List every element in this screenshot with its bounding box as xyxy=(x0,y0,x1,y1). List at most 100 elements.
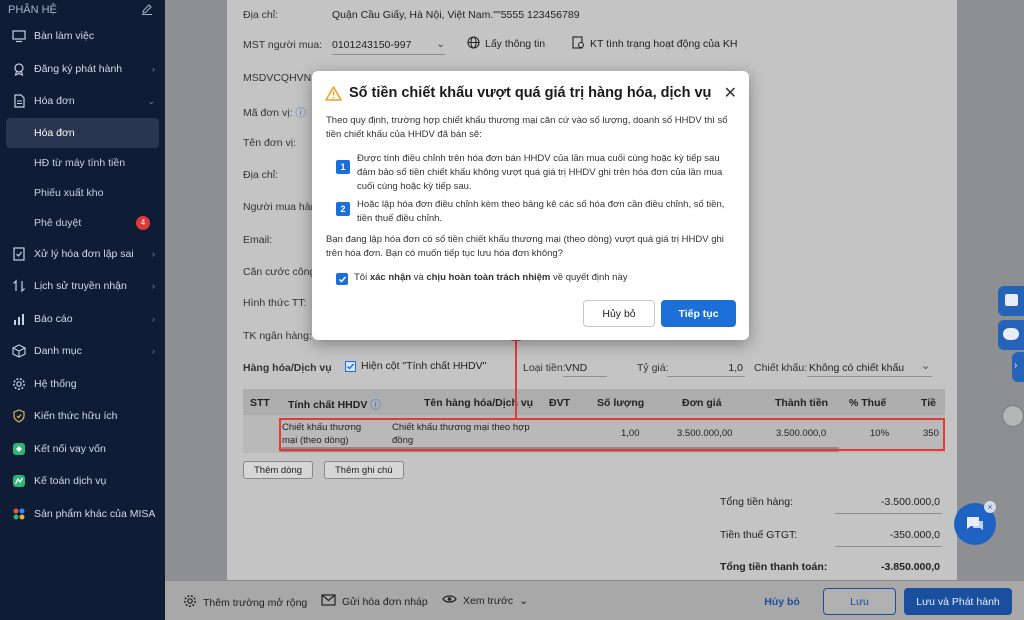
extend-fields-label: Thêm trường mở rộng xyxy=(203,596,308,609)
sidebar-subitem-invoice[interactable]: Hóa đơn xyxy=(6,117,159,148)
currency-underline xyxy=(563,376,607,377)
unit-code-label: Mã đơn vị: ⓘ xyxy=(243,105,306,120)
chevron-right-icon: › xyxy=(1014,360,1018,371)
edit-icon[interactable] xyxy=(141,3,153,18)
chevron-down-icon[interactable]: ⌄ xyxy=(921,359,930,372)
extend-fields-button[interactable]: Thêm trường mở rộng xyxy=(183,594,307,611)
expand-panel-tab[interactable]: › xyxy=(1012,352,1024,382)
dialog-continue-button[interactable]: Tiếp tục xyxy=(661,300,736,327)
total-goods-row: Tổng tiền hàng: -3.500.000,0 xyxy=(720,496,942,508)
vat-row: Tiền thuế GTGT: -350.000,0 xyxy=(720,529,942,541)
cancel-button[interactable]: Hủy bỏ xyxy=(751,588,813,615)
sidebar-subitem-delivery-note[interactable]: Phiếu xuất kho xyxy=(0,178,165,208)
save-button[interactable]: Lưu xyxy=(823,588,896,615)
discount-warning-dialog: Số tiền chiết khấu vượt quá giá trị hàng… xyxy=(312,71,749,340)
sidebar-item-invoice[interactable]: Hóa đơn ⌄ xyxy=(0,85,165,118)
tax-code-input[interactable]: 0101243150-997 ⌄ xyxy=(332,38,445,51)
dialog-item-2: Hoặc lập hóa đơn điều chỉnh kèm theo bản… xyxy=(357,199,725,224)
apps-icon xyxy=(12,507,26,521)
currency-label: Loại tiền: xyxy=(523,362,566,374)
sidebar-item-report[interactable]: Báo cáo › xyxy=(0,303,165,336)
discount-value[interactable]: Không có chiết khấu xyxy=(809,362,904,374)
sidebar-item-label: Báo cáo xyxy=(34,312,73,325)
sidebar-item-label: Kết nối vay vốn xyxy=(34,442,106,455)
goods-section-title: Hàng hóa/Dịch vụ xyxy=(243,362,332,374)
buyer-label: Người mua hàng xyxy=(243,201,323,213)
close-icon[interactable]: × xyxy=(984,501,996,513)
total-goods-underline xyxy=(835,513,942,514)
sidebar-item-label: Đăng ký phát hành xyxy=(34,62,123,75)
chevron-right-icon: › xyxy=(152,281,155,292)
floating-bot-tab[interactable] xyxy=(998,320,1024,350)
address-label: Địa chỉ: xyxy=(243,9,279,21)
support-chat-button[interactable]: × xyxy=(954,501,996,545)
eye-icon xyxy=(442,594,457,607)
sidebar-item-wrong-invoice[interactable]: Xử lý hóa đơn lập sai › xyxy=(0,238,165,271)
sidebar-item-register[interactable]: Đăng ký phát hành › xyxy=(0,53,165,86)
chat-bubble-icon xyxy=(967,517,983,530)
save-and-issue-button[interactable]: Lưu và Phát hành xyxy=(904,588,1012,615)
link-icon xyxy=(12,442,26,456)
confirm-label[interactable]: Tôi xác nhận và chịu hoàn toàn trách nhi… xyxy=(354,272,628,283)
get-info-link[interactable]: Lấy thông tin xyxy=(467,36,545,52)
check-doc-icon xyxy=(12,247,26,261)
address-value: Quận Cầu Giấy, Hà Nội, Việt Nam.""5555 1… xyxy=(332,9,580,21)
step-number-1: 1 xyxy=(336,160,350,174)
chevron-right-icon: › xyxy=(152,313,155,324)
currency-value[interactable]: VND xyxy=(565,362,587,374)
dialog-item-1: Được tính điều chỉnh trên hóa đơn bán HH… xyxy=(357,153,723,192)
chevron-down-icon: ⌄ xyxy=(147,95,155,106)
close-icon[interactable]: ✕ xyxy=(724,83,737,103)
send-draft-button[interactable]: Gửi hóa đơn nháp xyxy=(321,594,428,609)
highlight-box xyxy=(279,418,945,451)
floating-chat-tab[interactable] xyxy=(998,286,1024,316)
sidebar-item-history[interactable]: Lịch sử truyền nhận › xyxy=(0,270,165,303)
goods-table-header: STT Tính chất HHDV ⓘ Tên hàng hóa/Dịch v… xyxy=(243,389,945,415)
sidebar-subitem-label: Phê duyệt xyxy=(34,216,82,229)
tax-code-label: MST người mua: xyxy=(243,39,323,51)
sidebar-subitem-cash-register[interactable]: HĐ từ máy tính tiền xyxy=(0,148,165,178)
col-tax-rate: % Thuế xyxy=(849,397,887,409)
email-label: Email: xyxy=(243,234,273,246)
search-float-icon[interactable] xyxy=(1002,405,1024,427)
globe-icon xyxy=(467,36,480,52)
sidebar-item-desktop[interactable]: Bàn làm việc xyxy=(0,20,165,53)
confirm-checkbox[interactable] xyxy=(336,273,348,285)
gear-icon xyxy=(12,377,26,391)
dialog-question: Bạn đang lập hóa đơn có số tiền chiết kh… xyxy=(326,234,724,259)
sidebar-item-catalog[interactable]: Danh mục › xyxy=(0,335,165,368)
payment-method-label: Hình thức TT: xyxy=(243,297,307,309)
document-icon xyxy=(12,94,26,108)
exchange-rate-value[interactable]: 1,0 xyxy=(719,362,743,374)
dialog-title: Số tiền chiết khấu vượt quá giá trị hàng… xyxy=(349,85,712,101)
show-column-checkbox[interactable]: Hiện cột "Tính chất HHDV" xyxy=(345,360,486,372)
bar-chart-icon xyxy=(12,312,26,326)
sidebar-item-label: Kế toán dịch vụ xyxy=(34,475,107,488)
preview-button[interactable]: Xem trước ⌄ xyxy=(442,594,528,607)
chevron-down-icon[interactable]: ⌄ xyxy=(436,38,445,50)
sidebar-item-system[interactable]: Hệ thống xyxy=(0,368,165,401)
sidebar-item-accounting[interactable]: Kế toán dịch vụ xyxy=(0,465,165,498)
check-status-link[interactable]: KT tình trạng hoạt động của KH xyxy=(572,36,738,52)
col-nature-text: Tính chất HHDV xyxy=(288,399,368,411)
info-icon[interactable]: ⓘ xyxy=(295,107,306,119)
add-row-button[interactable]: Thêm dòng xyxy=(243,461,314,479)
dialog-cancel-button[interactable]: Hủy bỏ xyxy=(583,300,655,327)
show-column-label: Hiện cột "Tính chất HHDV" xyxy=(361,360,487,372)
sidebar-item-other-products[interactable]: Sản phẩm khác của MISA xyxy=(0,498,165,531)
exchange-rate-label: Tỷ giá: xyxy=(637,362,669,374)
desktop-icon xyxy=(12,29,26,43)
sidebar-subitem-approval[interactable]: Phê duyệt 4 xyxy=(0,208,165,238)
info-icon[interactable]: ⓘ xyxy=(370,399,381,411)
confirm-text-bold-1: xác nhận xyxy=(369,272,412,283)
sidebar-item-loan[interactable]: Kết nối vay vốn xyxy=(0,433,165,466)
total-goods-label: Tổng tiền hàng: xyxy=(720,496,793,508)
confirm-text-post: về quyết định này xyxy=(550,272,628,283)
approval-count-badge: 4 xyxy=(136,215,150,230)
bank-account-label: TK ngân hàng: xyxy=(243,330,312,342)
check-icon xyxy=(338,276,346,283)
add-note-button[interactable]: Thêm ghi chú xyxy=(324,461,404,479)
sidebar-item-label: Danh mục xyxy=(34,345,82,358)
sidebar-item-knowledge[interactable]: Kiến thức hữu ích xyxy=(0,400,165,433)
grand-total-row: Tổng tiền thanh toán: -3.850.000,0 xyxy=(720,561,942,573)
